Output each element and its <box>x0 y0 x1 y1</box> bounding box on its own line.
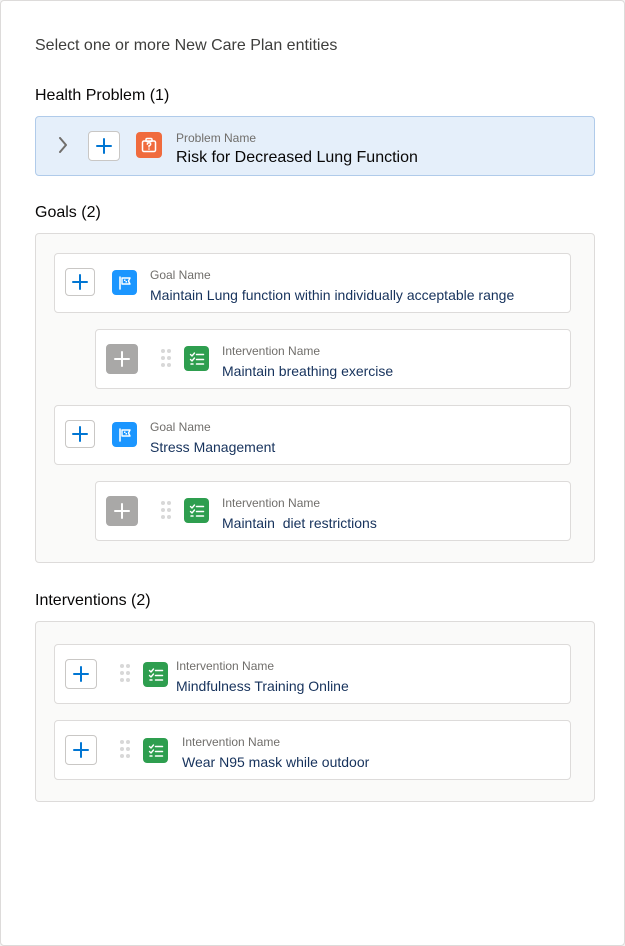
care-plan-panel: Select one or more New Care Plan entitie… <box>0 0 625 946</box>
add-goal-button[interactable] <box>65 420 95 448</box>
goals-heading: Goals (2) <box>35 204 101 221</box>
add-intervention-button-disabled <box>106 496 138 526</box>
intervention-card[interactable]: Intervention Name Wear N95 mask while ou… <box>54 720 571 780</box>
plus-icon <box>72 274 88 290</box>
medical-kit-icon <box>136 132 162 158</box>
goals-group: Goal Name Maintain Lung function within … <box>35 233 595 563</box>
intervention-name-label: Intervention Name <box>222 496 321 510</box>
goal-intervention-card[interactable]: Intervention Name Maintain breathing exe… <box>95 329 571 389</box>
drag-handle-icon[interactable] <box>161 501 171 523</box>
intervention-card[interactable]: Intervention Name Mindfulness Training O… <box>54 644 571 704</box>
goal-name-label: Goal Name <box>150 420 211 434</box>
goal-card[interactable]: Goal Name Stress Management <box>54 405 571 465</box>
checklist-icon <box>143 662 168 687</box>
intervention-name-value: Wear N95 mask while outdoor <box>182 754 370 770</box>
checklist-icon <box>184 498 209 523</box>
add-intervention-button-disabled <box>106 344 138 374</box>
add-goal-button[interactable] <box>65 268 95 296</box>
drag-handle-icon[interactable] <box>161 349 171 371</box>
drag-handle-icon[interactable] <box>120 740 130 762</box>
goal-flag-icon <box>112 422 137 447</box>
problem-name-label: Problem Name <box>176 131 257 145</box>
add-intervention-button[interactable] <box>65 659 97 689</box>
checklist-icon <box>184 346 209 371</box>
intro-text: Select one or more New Care Plan entitie… <box>35 37 338 54</box>
checklist-icon <box>143 738 168 763</box>
add-problem-button[interactable] <box>88 131 120 161</box>
plus-icon <box>73 666 89 682</box>
health-problem-heading: Health Problem (1) <box>35 87 170 104</box>
goal-name-label: Goal Name <box>150 268 211 282</box>
drag-handle-icon[interactable] <box>120 664 130 686</box>
chevron-right-icon[interactable] <box>53 135 73 155</box>
plus-icon <box>114 351 130 367</box>
problem-name-value: Risk for Decreased Lung Function <box>176 149 418 166</box>
problem-card[interactable]: Problem Name Risk for Decreased Lung Fun… <box>35 116 595 176</box>
plus-icon <box>96 138 112 154</box>
intervention-name-value: Mindfulness Training Online <box>176 678 349 694</box>
plus-icon <box>72 426 88 442</box>
goal-card[interactable]: Goal Name Maintain Lung function within … <box>54 253 571 313</box>
goal-name-value: Stress Management <box>150 439 276 455</box>
plus-icon <box>73 742 89 758</box>
intervention-name-label: Intervention Name <box>222 344 321 358</box>
goal-name-value: Maintain Lung function within individual… <box>150 287 515 303</box>
goal-flag-icon <box>112 270 137 295</box>
intervention-name-label: Intervention Name <box>182 735 281 749</box>
intervention-name-label: Intervention Name <box>176 659 275 673</box>
plus-icon <box>114 503 130 519</box>
interventions-group: Intervention Name Mindfulness Training O… <box>35 621 595 802</box>
intervention-name-value: Maintain diet restrictions <box>222 515 377 531</box>
goal-intervention-card[interactable]: Intervention Name Maintain diet restrict… <box>95 481 571 541</box>
intervention-name-value: Maintain breathing exercise <box>222 363 394 379</box>
interventions-heading: Interventions (2) <box>35 592 151 609</box>
add-intervention-button[interactable] <box>65 735 97 765</box>
